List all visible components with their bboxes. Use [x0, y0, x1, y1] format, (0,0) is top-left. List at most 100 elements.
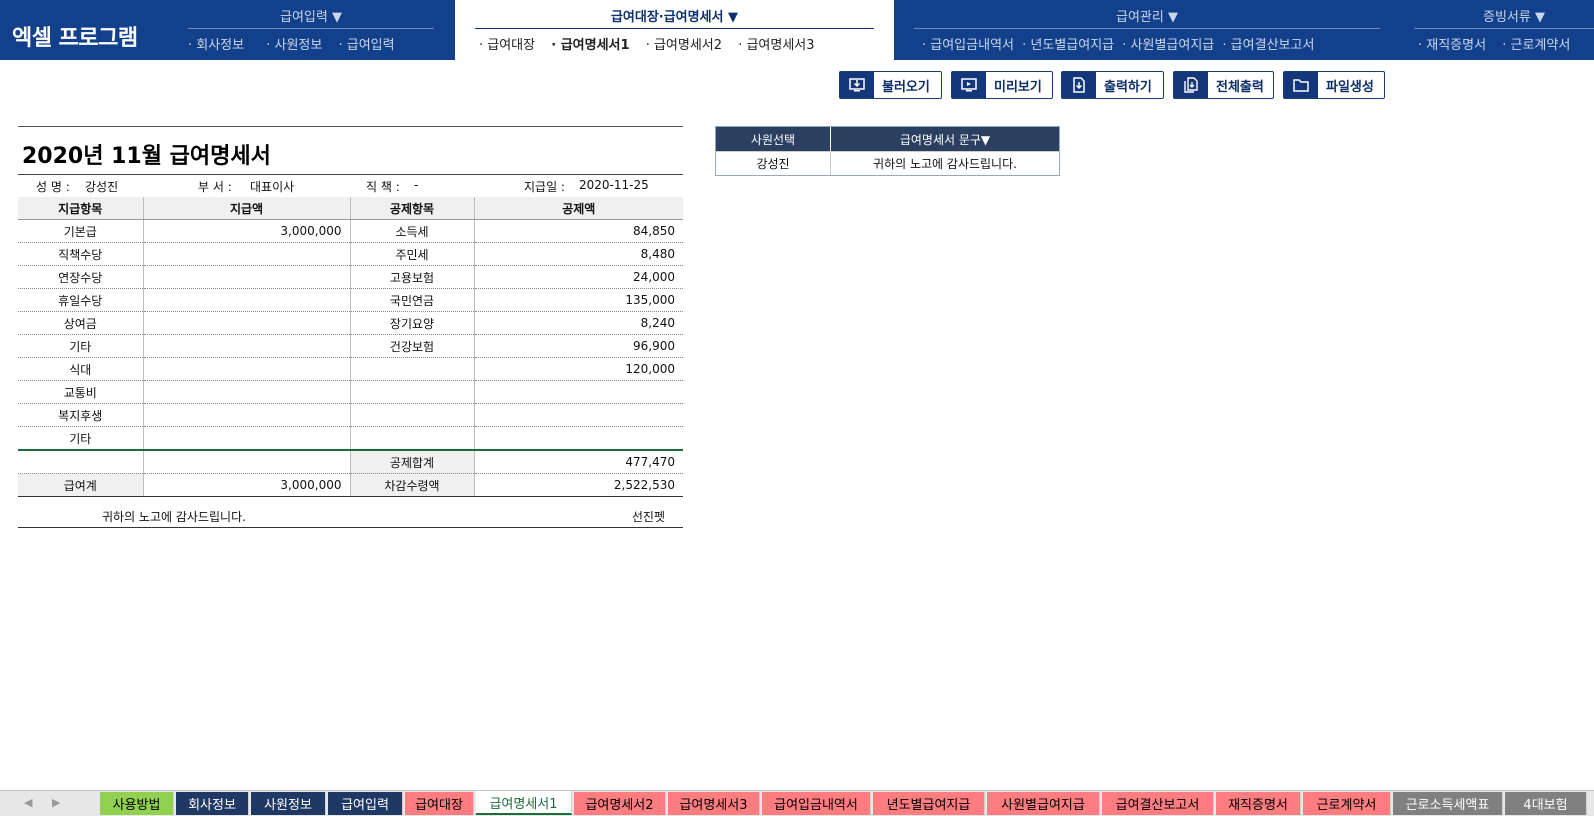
- sheet-tab[interactable]: 4대보험: [1505, 792, 1587, 815]
- deduct-item-cell[interactable]: 고용보험: [350, 265, 475, 289]
- employee-select-cell[interactable]: 강성진: [716, 152, 831, 175]
- make-file-button[interactable]: 파일생성: [1283, 71, 1385, 99]
- preview-button[interactable]: 미리보기: [951, 71, 1053, 99]
- nav-deposit-details[interactable]: · 급여입금내역서: [922, 38, 1014, 53]
- position-label: 직 책 :: [366, 180, 400, 194]
- nav-yearly-pay[interactable]: · 년도별급여지급: [1022, 38, 1114, 53]
- nav-payslip-2[interactable]: · 급여명세서2: [646, 38, 722, 53]
- sheet-tab[interactable]: 근로계약서: [1303, 792, 1391, 815]
- phrase-dropdown-header[interactable]: 급여명세서 문구▼: [831, 127, 1059, 151]
- menu-group-title[interactable]: 급여입력 ▼: [188, 6, 434, 25]
- deduct-amount-cell[interactable]: 24,000: [474, 265, 683, 289]
- pay-amount-cell[interactable]: 3,000,000: [143, 219, 351, 243]
- pay-item-cell[interactable]: 복지후생: [18, 403, 144, 427]
- nav-company-info[interactable]: · 회사정보: [188, 38, 244, 53]
- pay-total-row: 급여계 3,000,000 차감수령액 2,522,530: [18, 473, 683, 497]
- deduct-item-cell[interactable]: 소득세: [350, 219, 475, 243]
- print-all-button[interactable]: 전체출력: [1173, 71, 1274, 99]
- nav-employee-pay[interactable]: · 사원별급여지급: [1122, 38, 1214, 53]
- sheet-tab[interactable]: 급여결산보고서: [1102, 792, 1214, 815]
- empty-cell[interactable]: [18, 449, 144, 474]
- print-all-documents-icon: [1174, 72, 1208, 98]
- deduct-item-cell[interactable]: 장기요양: [350, 311, 475, 335]
- pay-amount-cell[interactable]: [143, 426, 351, 451]
- deduct-amount-cell[interactable]: [474, 380, 683, 404]
- nav-payslip-3[interactable]: · 급여명세서3: [738, 38, 814, 53]
- sheet-tab[interactable]: 급여입력: [328, 792, 403, 815]
- load-button[interactable]: 불러오기: [839, 71, 942, 99]
- menu-group-ledger[interactable]: 급여대장·급여명세서 ▼ · 급여대장 · 급여명세서1 · 급여명세서2 · …: [455, 0, 894, 60]
- pay-item-cell[interactable]: 상여금: [18, 311, 144, 335]
- print-document-icon: [1062, 72, 1096, 98]
- deduct-amount-cell[interactable]: 8,480: [474, 242, 683, 266]
- nav-employment-cert[interactable]: · 재직증명서: [1418, 38, 1486, 53]
- deduct-item-cell[interactable]: [350, 380, 475, 404]
- deduct-amount-cell[interactable]: [474, 403, 683, 427]
- nav-pay-input[interactable]: · 급여입력: [339, 38, 395, 53]
- deduct-item-cell[interactable]: [350, 403, 475, 427]
- pay-amount-cell[interactable]: [143, 403, 351, 427]
- sheet-tab[interactable]: 급여명세서1: [476, 791, 572, 815]
- table-row: 휴일수당 국민연금 135,000: [18, 288, 683, 312]
- menu-group-title[interactable]: 급여대장·급여명세서 ▼: [455, 6, 894, 25]
- sheet-tab[interactable]: 급여명세서2: [574, 792, 666, 815]
- deduct-total-value[interactable]: 477,470: [474, 449, 683, 474]
- pay-item-cell[interactable]: 기본급: [18, 219, 144, 243]
- print-all-button-label: 전체출력: [1216, 79, 1264, 95]
- sheet-tab[interactable]: 회사정보: [176, 792, 249, 815]
- pay-amount-cell[interactable]: [143, 242, 351, 266]
- deduct-amount-cell[interactable]: 135,000: [474, 288, 683, 312]
- selection-panel: 사원선택 급여명세서 문구▼ 강성진 귀하의 노고에 감사드립니다.: [715, 126, 1060, 176]
- pay-amount-cell[interactable]: [143, 265, 351, 289]
- print-button[interactable]: 출력하기: [1061, 71, 1164, 99]
- pay-amount-cell[interactable]: [143, 311, 351, 335]
- sheet-tab[interactable]: 년도별급여지급: [873, 792, 985, 815]
- deduct-item-cell[interactable]: [350, 357, 475, 381]
- deduct-amount-cell[interactable]: 8,240: [474, 311, 683, 335]
- pay-amount-cell[interactable]: [143, 380, 351, 404]
- menu-group-pay-manage[interactable]: 급여관리 ▼ · 급여입금내역서 · 년도별급여지급 · 사원별급여지급 · 급…: [914, 0, 1380, 60]
- sheet-tab[interactable]: 사용방법: [100, 792, 174, 815]
- scroll-right-icon[interactable]: ▶: [52, 796, 60, 809]
- nav-settlement-report[interactable]: · 급여결산보고서: [1222, 38, 1314, 53]
- pay-item-cell[interactable]: 교통비: [18, 380, 144, 404]
- pay-amount-cell[interactable]: [143, 334, 351, 358]
- nav-pay-ledger[interactable]: · 급여대장: [479, 38, 535, 53]
- deduct-item-cell[interactable]: [350, 426, 475, 451]
- pay-item-cell[interactable]: 기타: [18, 426, 144, 451]
- pay-total-value[interactable]: 3,000,000: [143, 473, 351, 497]
- sheet-tab[interactable]: 사원정보: [251, 792, 326, 815]
- pay-item-cell[interactable]: 직책수당: [18, 242, 144, 266]
- menu-group-pay-input[interactable]: 급여입력 ▼ · 회사정보 · 사원정보 · 급여입력: [188, 0, 434, 60]
- sheet-tab[interactable]: 재직증명서: [1216, 792, 1301, 815]
- menu-group-title[interactable]: 급여관리 ▼: [914, 6, 1380, 25]
- empty-cell[interactable]: [143, 449, 351, 474]
- deduct-amount-cell[interactable]: 84,850: [474, 219, 683, 243]
- sheet-tab[interactable]: 급여대장: [405, 792, 474, 815]
- pay-item-cell[interactable]: 연장수당: [18, 265, 144, 289]
- menu-group-documents[interactable]: 증빙서류 ▼ · 재직증명서 · 근로계약서: [1414, 0, 1594, 60]
- deduct-amount-cell[interactable]: 96,900: [474, 334, 683, 358]
- deduct-amount-cell[interactable]: 120,000: [474, 357, 683, 381]
- phrase-select-cell[interactable]: 귀하의 노고에 감사드립니다.: [831, 152, 1059, 175]
- table-row: 복지후생: [18, 403, 683, 427]
- menu-group-title[interactable]: 증빙서류 ▼: [1414, 6, 1594, 25]
- pay-item-cell[interactable]: 기타: [18, 334, 144, 358]
- net-pay-value[interactable]: 2,522,530: [474, 473, 683, 497]
- pay-item-cell[interactable]: 식대: [18, 357, 144, 381]
- deduct-item-cell[interactable]: 국민연금: [350, 288, 475, 312]
- deduct-item-cell[interactable]: 주민세: [350, 242, 475, 266]
- nav-employee-info[interactable]: · 사원정보: [266, 38, 322, 53]
- sheet-tab[interactable]: 급여명세서3: [668, 792, 760, 815]
- nav-payslip-1[interactable]: · 급여명세서1: [551, 38, 629, 53]
- deduct-amount-cell[interactable]: [474, 426, 683, 451]
- pay-amount-cell[interactable]: [143, 357, 351, 381]
- pay-amount-cell[interactable]: [143, 288, 351, 312]
- sheet-tab[interactable]: 급여입금내역서: [762, 792, 871, 815]
- nav-labor-contract[interactable]: · 근로계약서: [1502, 38, 1570, 53]
- pay-item-cell[interactable]: 휴일수당: [18, 288, 144, 312]
- sheet-tab[interactable]: 근로소득세액표: [1393, 792, 1503, 815]
- deduct-item-cell[interactable]: 건강보험: [350, 334, 475, 358]
- scroll-left-icon[interactable]: ◀: [24, 796, 32, 809]
- sheet-tab[interactable]: 사원별급여지급: [987, 792, 1100, 815]
